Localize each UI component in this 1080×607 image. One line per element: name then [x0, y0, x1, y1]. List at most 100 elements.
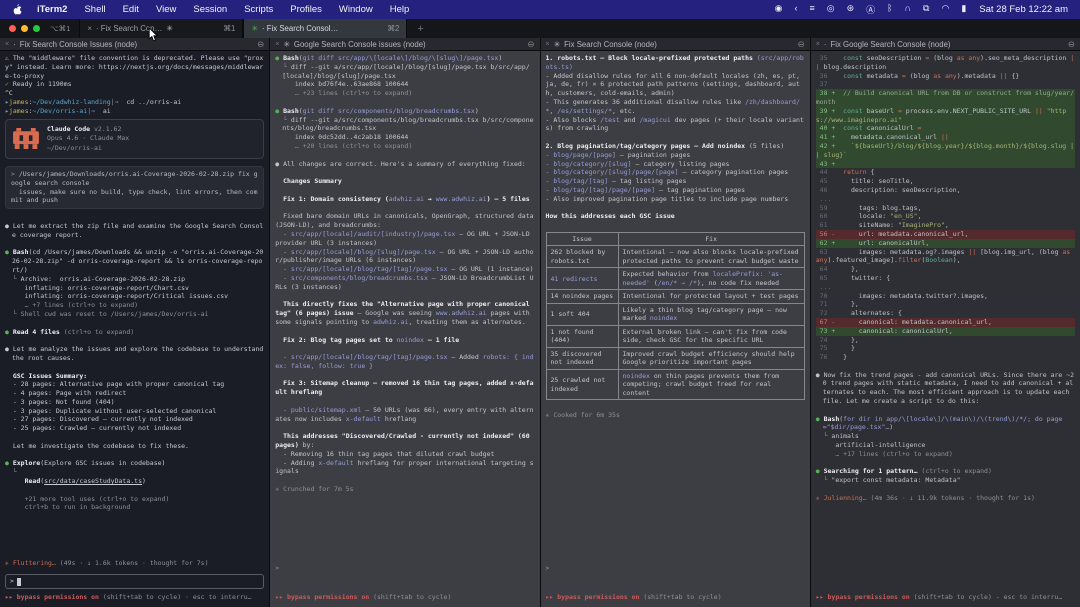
claude-model-label: Opus 4.6 · Claude Max — [47, 134, 129, 143]
pane-fix-search-console-issues: × · Fix Search Console Issues (node) ⊖ ⚠… — [0, 38, 270, 607]
chat-icon[interactable]: ⊛ — [847, 3, 855, 16]
terminal-line: ▸▸ bypass permissions on (shift+tab to c… — [546, 593, 805, 602]
terminal-line: 65 twitter: { — [816, 274, 1075, 283]
terminal-line — [816, 362, 1075, 371]
pane-minimize-icon[interactable]: ⊖ — [1068, 39, 1075, 50]
terminal-line: - Removing 16 thin tag pages that dilute… — [275, 450, 534, 459]
terminal-line: 37 — [816, 80, 1075, 89]
terminal-line: 56 - url: metadata.canonical_url, — [816, 230, 1075, 239]
terminal-line: ● Bash(git diff src/app/\[locale\]/blog/… — [275, 54, 534, 63]
terminal-line: ^C — [5, 89, 264, 98]
traffic-lights — [0, 19, 48, 38]
terminal-line — [5, 363, 264, 372]
tab-bar: ⌥⌘1 × · Fix Search Con… ✳ ⌘1 ✳ · Fix Sea… — [0, 19, 1080, 38]
code-diff-view: 35 const seoDescription = (blog as any).… — [816, 54, 1075, 362]
terminal-line: ▸james:~/Dev/orris-ai|⇒ ai — [5, 107, 264, 116]
pane-minimize-icon[interactable]: ⊖ — [257, 39, 264, 50]
tab-fix-search-console-1[interactable]: × · Fix Search Con… ✳ ⌘1 — [79, 19, 243, 38]
terminal-line — [5, 486, 264, 495]
terminal-line: - src/components/blog/breadcrumbs.tsx — … — [275, 274, 534, 292]
battery-icon[interactable]: ▮ — [961, 3, 966, 16]
pane-close-icon[interactable]: × — [546, 41, 550, 48]
menu-item-help[interactable]: Help — [390, 4, 410, 15]
headphones-icon[interactable]: ∩ — [905, 3, 911, 16]
claude-code-version: v2.1.62 — [94, 125, 121, 133]
menu-item-profiles[interactable]: Profiles — [290, 4, 322, 15]
terminal-line — [275, 151, 534, 160]
pane-bottom-bar: > ▸▸ bypass permissions on (shift+tab to… — [546, 564, 805, 602]
menu-items: iTerm2 Shell Edit View Session Scripts Profile… — [37, 4, 409, 15]
pane-header: × · Fix Search Console Issues (node) ⊖ — [0, 38, 269, 51]
window-shortcut-label: ⌥⌘1 — [50, 24, 70, 33]
terminal-line: 38 + // Build canonical URL from DB or c… — [816, 89, 1075, 107]
terminal-line — [5, 336, 264, 345]
terminal-line — [275, 397, 534, 406]
terminal-line: Fix 3: Sitemap cleanup — removed 16 thin… — [275, 379, 534, 397]
pane-close-icon[interactable]: × — [5, 41, 9, 48]
pane-close-icon[interactable]: × — [275, 41, 279, 48]
new-tab-button[interactable]: + — [417, 23, 423, 35]
terminal-line: └ diff --git a/src/components/blog/bread… — [275, 116, 534, 134]
terminal-line: 35 const seoDescription = (blog as any).… — [816, 54, 1075, 72]
terminal-line: … +17 lines (ctrl+o to expand) — [816, 450, 1075, 459]
prompt-input[interactable]: > — [546, 564, 805, 573]
pane-fix-search-console: × ✳ Fix Search Console (node) ⊖ 1. robot… — [541, 38, 811, 607]
menu-item-scripts[interactable]: Scripts — [244, 4, 273, 15]
terminal-content: 1. robots.txt — Block locale-prefixed pr… — [541, 51, 810, 607]
terminal-line: - Also blocks /test and /magicui dev pag… — [546, 116, 805, 134]
pane-title: Fix Search Console Issues (node) — [20, 40, 137, 49]
close-window-button[interactable] — [9, 25, 16, 32]
terminal-line: - src/app/[locale]/blog/tag/[tag]/page.t… — [275, 353, 534, 371]
terminal-line: ✳ Julienning… (4m 36s · ↓ 11.9k tokens ·… — [816, 494, 1075, 503]
input-source-icon[interactable]: Ⓐ — [866, 3, 875, 16]
terminal-line: - 4 pages: Page with redirect — [5, 389, 264, 398]
menu-item-view[interactable]: View — [156, 4, 176, 15]
wifi-icon[interactable]: ◠ — [941, 3, 949, 16]
menu-item-iterm2[interactable]: iTerm2 — [37, 4, 67, 15]
terminal-line: - public/sitemap.xml — 50 URLs (was 66),… — [275, 406, 534, 424]
bluetooth-icon[interactable]: ᛒ — [887, 3, 892, 16]
menu-item-shell[interactable]: Shell — [84, 4, 105, 15]
agent-transcript: ● Let me extract the zip file and examin… — [5, 213, 264, 512]
terminal-line: inflating: orris-coverage-report/Critica… — [5, 292, 264, 301]
prompt-input[interactable]: > — [5, 574, 264, 589]
terminal-line: 43 + — [816, 160, 1075, 169]
zoom-window-button[interactable] — [33, 25, 40, 32]
apple-menu[interactable] — [12, 4, 22, 16]
screen-mirroring-icon[interactable]: ⧉ — [923, 3, 929, 16]
terminal-line — [275, 292, 534, 301]
table-row: 1 soft 404Likely a thin blog tag/categor… — [546, 303, 804, 325]
shell-output: ⚠ The "middleware" file convention is de… — [5, 54, 264, 116]
terminal-line: 61 siteName: "ImaginePro", — [816, 221, 1075, 230]
tab-close-icon[interactable]: × — [87, 24, 92, 33]
pane-close-icon[interactable]: × — [816, 41, 820, 48]
table-row: 25 crawled not indexednoindex on thin pa… — [546, 369, 804, 400]
prompt-input[interactable]: > — [275, 564, 534, 573]
terminal-line: 70 images: metadata.twitter?.images, — [816, 292, 1075, 301]
terminal-line — [546, 221, 805, 230]
menu-item-edit[interactable]: Edit — [123, 4, 139, 15]
pane-minimize-icon[interactable]: ⊖ — [798, 39, 805, 50]
menu-clock[interactable]: Sat 28 Feb 12:22 am — [979, 4, 1068, 15]
play-circle-icon[interactable]: ◎ — [827, 3, 835, 16]
menu-item-window[interactable]: Window — [339, 4, 373, 15]
record-icon[interactable]: ◉ — [775, 3, 783, 16]
back-chevron-icon[interactable]: ‹ — [794, 3, 797, 16]
bypass-permissions-status: ▸▸ bypass permissions on (shift+tab to c… — [546, 593, 805, 602]
terminal-line: - 3 pages: Not found (404) — [5, 398, 264, 407]
terminal-line: - 3 pages: Duplicate without user-select… — [5, 407, 264, 416]
minimize-window-button[interactable] — [21, 25, 28, 32]
terminal-line: ✳ Cooked for 6m 35s — [546, 411, 805, 420]
table-header: Issue — [546, 232, 618, 246]
pane-bottom-bar: ✳ Fluttering… (49s · ↓ 1.6k tokens · tho… — [5, 559, 264, 602]
equalizer-icon[interactable]: ≡ — [809, 3, 814, 16]
table-row: 262 blocked by robots.txtIntentional — n… — [546, 246, 804, 268]
terminal-line: 64 }, — [816, 265, 1075, 274]
menu-item-session[interactable]: Session — [193, 4, 227, 15]
prompt-chevron: > — [10, 577, 14, 586]
menu-bar: iTerm2 Shell Edit View Session Scripts Profile… — [0, 0, 1080, 19]
pane-minimize-icon[interactable]: ⊖ — [527, 39, 534, 50]
terminal-line: ✳ Crunched for 7m 5s — [275, 485, 534, 494]
tab-fix-search-console-2[interactable]: ✳ · Fix Search Consol… ⌘2 — [243, 19, 407, 38]
terminal-line — [816, 459, 1075, 468]
